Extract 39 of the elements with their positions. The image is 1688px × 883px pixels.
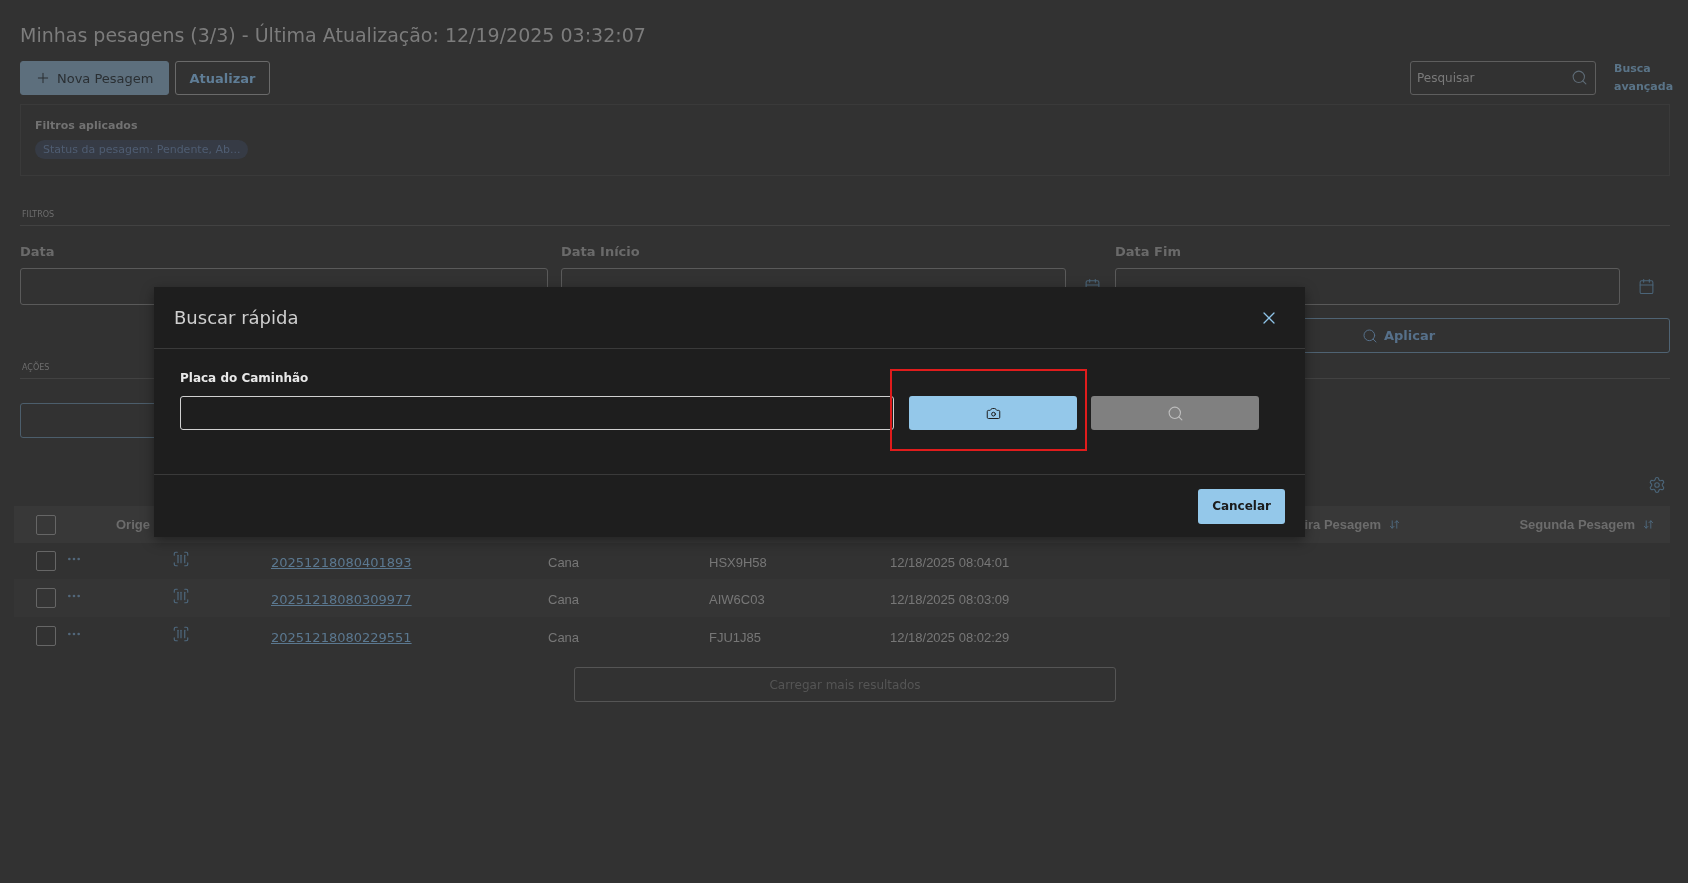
- barcode-icon: [172, 625, 190, 643]
- table-cell: HSX9H58: [709, 554, 767, 570]
- settings-icon[interactable]: [1648, 476, 1666, 494]
- field-label: Data Início: [561, 244, 641, 259]
- row-checkbox[interactable]: [36, 551, 56, 571]
- barcode-icon: [172, 550, 190, 568]
- sort-icon[interactable]: [1643, 519, 1654, 530]
- dialog-title: Buscar rápida: [174, 307, 299, 328]
- search-icon: [1361, 327, 1378, 344]
- search-icon: [1166, 404, 1184, 422]
- table-cell: AIW6C03: [709, 591, 765, 607]
- calendar-icon[interactable]: [1638, 278, 1655, 295]
- search-field[interactable]: Pesquisar: [1410, 61, 1596, 95]
- cancel-button[interactable]: Cancelar: [1198, 488, 1285, 524]
- table-cell: Cana: [548, 629, 580, 645]
- applied-filters-title: Filtros aplicados: [35, 119, 139, 132]
- weighing-code-link[interactable]: 20251218080229551: [271, 629, 412, 645]
- camera-icon: [985, 405, 1001, 421]
- table-cell: 12/18/2025 08:03:09: [890, 591, 1010, 607]
- table-cell: Cana: [548, 591, 580, 607]
- field-label: Data: [20, 244, 56, 259]
- barcode-icon: [172, 587, 190, 605]
- row-checkbox[interactable]: [36, 588, 56, 608]
- sort-icon[interactable]: [1389, 519, 1400, 530]
- plate-input-field[interactable]: [180, 396, 894, 430]
- refresh-button[interactable]: Atualizar: [174, 61, 271, 95]
- table-cell: FJU1J85: [709, 629, 762, 645]
- search-icon: [1571, 69, 1588, 86]
- table-cell: 12/18/2025 08:04:01: [890, 554, 1010, 570]
- new-weighing-button[interactable]: Nova Pesagem: [20, 61, 169, 95]
- table-cell: Cana: [548, 554, 580, 570]
- row-checkbox[interactable]: [36, 626, 56, 646]
- plus-icon: [35, 70, 51, 86]
- field-label: Data Fim: [1115, 244, 1182, 259]
- select-all-checkbox[interactable]: [36, 514, 56, 535]
- weighing-code-link[interactable]: 20251218080309977: [271, 591, 412, 607]
- page-title: Minhas pesagens (3/3) - Última Atualização: 12/19/2025 03:32:07: [20, 24, 647, 48]
- table-cell: 12/18/2025 08:02:29: [890, 629, 1010, 645]
- weighing-code-link[interactable]: 20251218080401893: [271, 554, 412, 570]
